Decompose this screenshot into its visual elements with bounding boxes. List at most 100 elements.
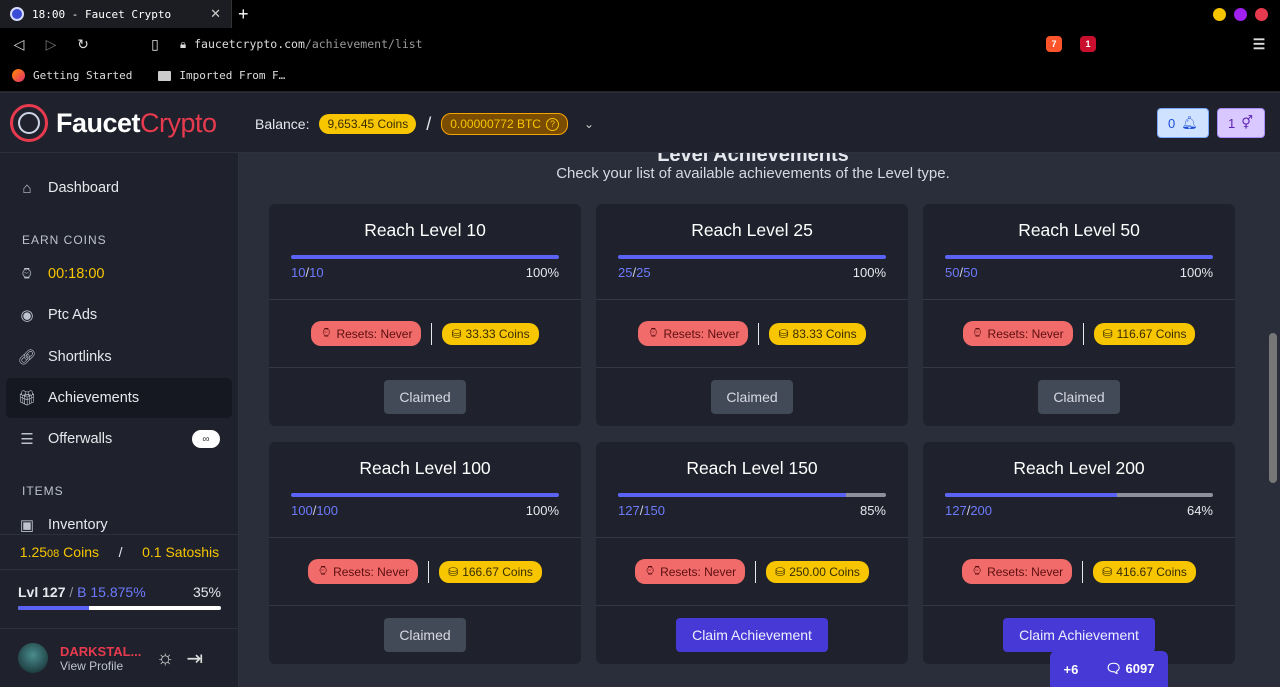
scrollbar[interactable]	[1266, 153, 1280, 687]
coins-icon: ⛁	[775, 564, 786, 579]
card-header: Reach Level 50 50/50 100%	[923, 204, 1235, 300]
rewards-icon[interactable]: 1	[1080, 36, 1096, 52]
coins-int: 1.25	[19, 544, 48, 560]
progress-total: 50	[963, 265, 978, 280]
bookmark-label: Imported From F…	[179, 69, 286, 82]
chevron-down-icon[interactable]: ⌄	[584, 117, 594, 131]
browser-tab[interactable]: 18:00 - Faucet Crypto ✕	[0, 0, 232, 28]
sidebar: ⌂ Dashboard EARN COINS ⌚︎ 00:18:00 ◉ Ptc…	[0, 153, 239, 687]
back-icon[interactable]: ◁	[12, 36, 26, 53]
level-percent: 35%	[192, 584, 221, 600]
card-progress-fill	[945, 493, 1117, 497]
card-info: ⌚︎ Resets: Never ⛁ 250.00 Coins	[596, 538, 908, 606]
balance-label: Balance:	[255, 116, 310, 132]
sidebar-item-label: Dashboard	[48, 180, 119, 196]
list-icon: ☰	[20, 431, 34, 448]
site-logo[interactable]: FaucetCrypto	[10, 104, 217, 142]
chat-button[interactable]: +6 🗨︎ 6097	[1050, 651, 1168, 687]
card-header: Reach Level 200 127/200 64%	[923, 442, 1235, 538]
notifications-button[interactable]: 0 🔔︎	[1157, 108, 1209, 138]
sidebar-item-label: Inventory	[48, 517, 108, 533]
sidebar-item-shortlinks[interactable]: 🔗︎ Shortlinks	[6, 337, 232, 377]
card-progress-percent: 85%	[859, 503, 886, 518]
coins-icon: ⛁	[451, 326, 462, 341]
minimize-icon[interactable]	[1213, 7, 1226, 21]
card-header: Reach Level 150 127/150 85%	[596, 442, 908, 538]
card-progress-count: 100/100	[291, 503, 339, 518]
url-field[interactable]: 🔒︎ faucetcrypto.com/achievement/list	[180, 37, 423, 52]
reload-icon[interactable]: ↻	[76, 36, 90, 53]
sidebar-item-label: Offerwalls	[48, 431, 113, 447]
avatar[interactable]	[18, 643, 48, 673]
claimed-button[interactable]: Claimed	[711, 380, 793, 414]
close-window-icon[interactable]	[1255, 7, 1268, 21]
bookmark-imported[interactable]: Imported From F…	[158, 69, 285, 82]
sidebar-item-dashboard[interactable]: ⌂ Dashboard	[6, 168, 232, 208]
sidebar-balance-separator: /	[118, 544, 123, 560]
card-progress-percent: 100%	[525, 265, 559, 280]
progress-current: 25	[618, 265, 633, 280]
coins-icon: ⛁	[778, 326, 789, 341]
claim-achievement-button[interactable]: Claim Achievement	[1003, 618, 1155, 652]
achievement-card: Reach Level 25 25/25 100% ⌚︎ Resets: Neve…	[596, 204, 908, 426]
card-progress-bar	[291, 255, 559, 259]
card-info: ⌚︎ Resets: Never ⛁ 83.33 Coins	[596, 300, 908, 368]
sidebar-item-offerwalls[interactable]: ☰ Offerwalls ∞	[6, 419, 232, 459]
resets-text: Resets: Never	[336, 326, 413, 341]
logout-icon[interactable]: ⇥	[186, 646, 203, 671]
achievement-card: Reach Level 50 50/50 100% ⌚︎ Resets: Neve…	[923, 204, 1235, 426]
sidebar-balance: 1.2508 Coins / 0.1 Satoshis	[0, 534, 239, 570]
card-title: Reach Level 200	[1013, 458, 1145, 478]
window-controls	[1213, 7, 1280, 21]
sidebar-item-faucet-timer[interactable]: ⌚︎ 00:18:00	[6, 254, 232, 294]
progress-current: 127	[618, 503, 640, 518]
bookmark-getting-started[interactable]: Getting Started	[12, 69, 132, 82]
maximize-icon[interactable]	[1234, 7, 1247, 21]
resets-badge: ⌚︎ Resets: Never	[962, 321, 1073, 346]
resets-badge: ⌚︎ Resets: Never	[635, 559, 746, 584]
card-info: ⌚︎ Resets: Never ⛁ 33.33 Coins	[269, 300, 581, 368]
gender-count: 1	[1228, 115, 1236, 131]
card-header: Reach Level 10 10/10 100%	[269, 204, 581, 300]
sidebar-item-achievements[interactable]: 🎁︎ Achievements	[6, 378, 232, 418]
profile-link[interactable]: DARKSTAL... View Profile	[60, 644, 144, 673]
scrollbar-thumb[interactable]	[1269, 333, 1277, 483]
claim-achievement-button[interactable]: Claim Achievement	[676, 618, 828, 652]
card-progress-percent: 100%	[1179, 265, 1213, 280]
menu-icon[interactable]: ☰	[1251, 36, 1267, 52]
card-title: Reach Level 150	[686, 458, 818, 478]
sidebar-satoshis: 0.1 Satoshis	[142, 544, 220, 560]
help-icon[interactable]: ?	[545, 117, 559, 131]
close-tab-icon[interactable]: ✕	[210, 6, 221, 22]
brave-shield-icon[interactable]: 7	[1046, 36, 1062, 52]
watch-icon: ⌚︎	[971, 564, 984, 578]
reward-text: 83.33 Coins	[792, 326, 857, 341]
bookmarks-bar: Getting Started Imported From F…	[0, 60, 1280, 92]
watch-icon: ⌚︎	[971, 326, 984, 340]
card-footer: Claimed	[596, 368, 908, 426]
card-title: Reach Level 50	[1018, 220, 1140, 240]
claimed-button[interactable]: Claimed	[1038, 380, 1120, 414]
achievement-card: Reach Level 200 127/200 64% ⌚︎ Resets: Ne…	[923, 442, 1235, 664]
level-separator: /	[65, 584, 78, 600]
forward-icon[interactable]: ▷	[44, 36, 58, 53]
achievement-card: Reach Level 150 127/150 85% ⌚︎ Resets: Ne…	[596, 442, 908, 664]
progress-total: 200	[970, 503, 993, 518]
card-footer: Claimed	[269, 606, 581, 664]
claimed-button[interactable]: Claimed	[384, 618, 466, 652]
theme-toggle-icon[interactable]: ☼	[156, 647, 174, 670]
view-profile-link[interactable]: View Profile	[60, 659, 144, 673]
profile-gender-button[interactable]: 1 ⚥	[1217, 108, 1265, 138]
card-header: Reach Level 100 100/100 100%	[269, 442, 581, 538]
new-tab-icon[interactable]: +	[238, 4, 249, 25]
bookmark-icon[interactable]: ▯	[148, 36, 162, 53]
lock-icon: 🔒︎	[180, 36, 187, 51]
divider	[1082, 322, 1084, 345]
reward-badge: ⛁ 83.33 Coins	[769, 322, 866, 345]
chat-plus: +6	[1063, 661, 1079, 677]
reward-text: 116.67 Coins	[1116, 326, 1187, 341]
resets-text: Resets: Never	[663, 326, 740, 341]
claimed-button[interactable]: Claimed	[384, 380, 466, 414]
sidebar-item-ptc-ads[interactable]: ◉ Ptc Ads	[6, 295, 232, 335]
card-footer: Claimed	[269, 368, 581, 426]
